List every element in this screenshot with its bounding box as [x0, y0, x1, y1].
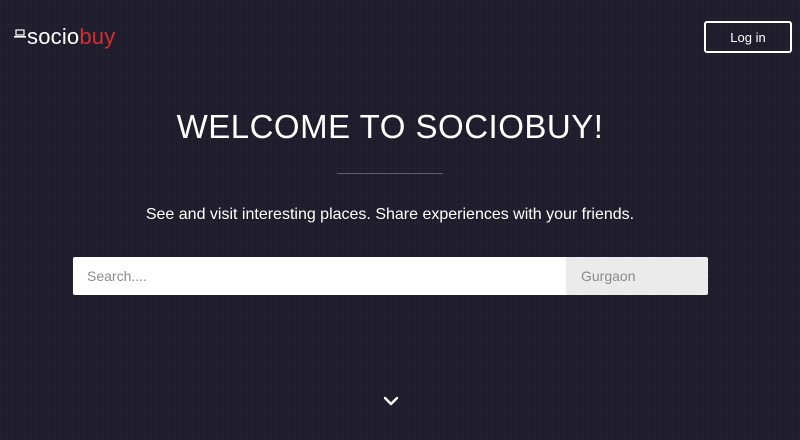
- hero-tagline: See and visit interesting places. Share …: [145, 206, 635, 223]
- brand-name-part2: buy: [79, 24, 116, 49]
- brand-name-part1: socio: [27, 24, 80, 49]
- chevron-down-icon[interactable]: [382, 394, 400, 408]
- search-input[interactable]: [73, 257, 566, 295]
- title-divider: [337, 173, 443, 174]
- login-button[interactable]: Log in: [704, 21, 792, 53]
- hero-title: WELCOME TO SOCIOBUY!: [176, 108, 604, 145]
- brand-logo[interactable]: socio buy: [14, 24, 115, 50]
- laptop-icon: [14, 29, 26, 38]
- location-selector[interactable]: Gurgaon: [566, 257, 708, 295]
- search-bar: Gurgaon: [73, 257, 708, 295]
